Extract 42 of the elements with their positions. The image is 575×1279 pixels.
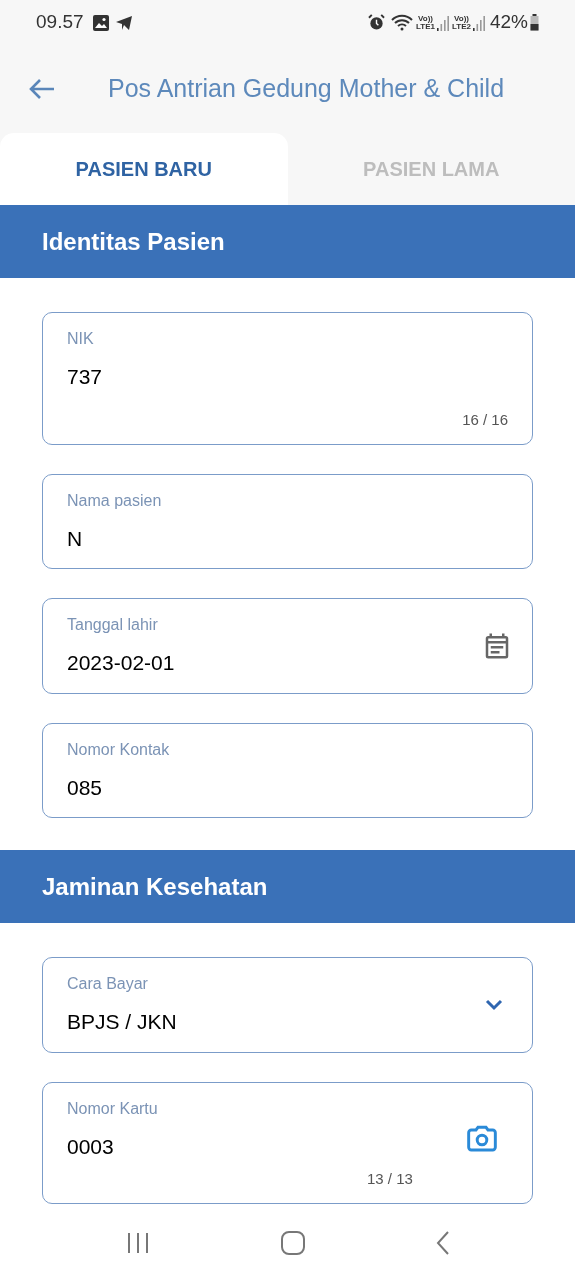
field-label: Tanggal lahir bbox=[67, 615, 159, 635]
input-field[interactable]: Tanggal lahir 2023-02-01 bbox=[42, 598, 533, 694]
field-label: Cara Bayar bbox=[67, 974, 149, 994]
volte-label: Vo)) bbox=[418, 14, 433, 23]
camera-icon[interactable] bbox=[466, 1123, 498, 1154]
network-label: LTE1 bbox=[416, 22, 435, 31]
field-value: BPJS / JKN bbox=[67, 1009, 178, 1035]
field-value: 0003 bbox=[67, 1133, 115, 1160]
character-counter: 13 / 13 bbox=[367, 1170, 413, 1187]
page-title: Pos Antrian Gedung Mother & Child bbox=[108, 73, 505, 105]
field-label: Nomor Kontak bbox=[67, 739, 171, 760]
battery-level: 42% bbox=[489, 10, 528, 35]
back-arrow-icon[interactable] bbox=[28, 77, 56, 101]
back-icon[interactable] bbox=[435, 1231, 450, 1255]
field-value: 2023-02-01 bbox=[67, 650, 176, 676]
input-field[interactable]: Nomor Kontak 085 bbox=[42, 722, 533, 818]
recent-apps-icon[interactable] bbox=[125, 1232, 150, 1254]
input-field[interactable]: NIK 737 16 / 16 bbox=[42, 312, 533, 445]
input-field[interactable]: Nomor Kartu 0003 13 / 13 bbox=[42, 1081, 533, 1204]
battery-icon bbox=[530, 14, 539, 31]
section-title: Identitas Pasien bbox=[42, 226, 225, 257]
home-icon[interactable] bbox=[280, 1231, 305, 1255]
section-title: Jaminan Kesehatan bbox=[42, 871, 268, 902]
field-label: NIK bbox=[67, 329, 95, 349]
status-time: 09.57 bbox=[36, 10, 84, 35]
send-icon bbox=[114, 14, 133, 31]
tab[interactable]: PASIEN BARU bbox=[0, 133, 288, 205]
input-field[interactable]: Nama pasien N bbox=[42, 473, 533, 569]
image-icon bbox=[91, 13, 110, 32]
field-label: Nama pasien bbox=[67, 490, 163, 511]
character-counter: 16 / 16 bbox=[462, 410, 508, 428]
alarm-icon bbox=[368, 14, 386, 31]
wifi-icon bbox=[391, 14, 414, 31]
volte-label: Vo)) bbox=[454, 14, 469, 23]
network-label: LTE2 bbox=[452, 22, 471, 31]
input-field[interactable]: Cara Bayar BPJS / JKN bbox=[42, 957, 533, 1053]
field-label: Nomor Kartu bbox=[67, 1098, 159, 1119]
signal-icon bbox=[437, 15, 449, 31]
field-value: N bbox=[67, 525, 84, 552]
field-value: 737 bbox=[67, 364, 104, 390]
signal-icon bbox=[472, 15, 485, 31]
field-value: 085 bbox=[67, 774, 104, 801]
